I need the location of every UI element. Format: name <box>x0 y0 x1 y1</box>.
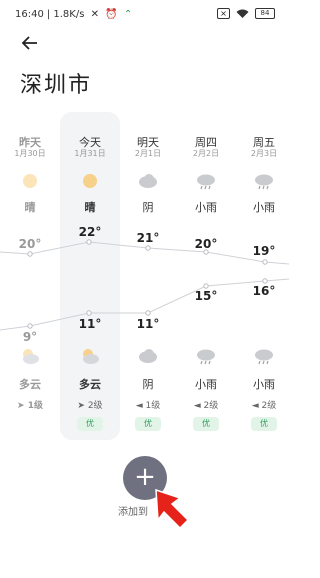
night-condition: 小雨 <box>253 378 275 391</box>
day-date: 2月2日 <box>192 149 220 158</box>
alarm-icon: ⏰ <box>105 9 118 20</box>
forecast-day-yesterday[interactable]: 昨天 1月30日 晴 20° 9° 多云 ➤ 1级 <box>0 112 60 442</box>
low-temp: 11° <box>136 317 160 331</box>
light-rain-icon <box>197 349 215 365</box>
sim-icon: × <box>217 8 230 19</box>
back-arrow-icon[interactable] <box>20 33 40 53</box>
light-rain-icon <box>197 174 215 190</box>
wind-arrow-icon: ➤ <box>17 401 28 411</box>
night-condition: 阴 <box>142 378 154 391</box>
day-condition: 小雨 <box>253 201 275 214</box>
day-condition: 晴 <box>24 201 36 214</box>
mute-icon: ✕ <box>90 9 100 20</box>
wind-value: 1级 <box>145 401 161 411</box>
high-temp: 20° <box>18 237 42 251</box>
night-condition: 多云 <box>79 378 101 391</box>
overcast-icon <box>139 174 157 188</box>
status-right: × 84 <box>217 8 275 19</box>
wind-arrow-icon: ◄ <box>193 401 204 411</box>
low-temp: 16° <box>252 284 276 298</box>
day-condition: 阴 <box>142 201 154 214</box>
forecast-day-today[interactable]: 今天 1月31日 晴 22° 11° 多云 ➤ 2级 优 <box>60 112 120 442</box>
wind-level: ➤ 1级 <box>0 398 60 411</box>
light-rain-icon <box>255 174 273 190</box>
high-temp: 22° <box>78 225 102 239</box>
notification-icon: ⌃ <box>123 9 133 20</box>
wind-value: 2级 <box>261 401 277 411</box>
sun-icon <box>83 174 97 188</box>
day-date: 1月30日 <box>14 149 46 158</box>
night-condition: 小雨 <box>195 378 217 391</box>
day-condition: 晴 <box>84 201 96 214</box>
forecast-day-thursday[interactable]: 周四 2月2日 小雨 20° 15° 小雨 ◄ 2级 优 <box>176 112 236 442</box>
status-bar: 16:40 | 1.8K/s ✕ ⏰ ⌃ × 84 <box>0 0 289 30</box>
wind-arrow-icon: ◄ <box>135 401 146 411</box>
low-temp: 11° <box>78 317 102 331</box>
night-condition: 多云 <box>19 378 41 391</box>
wind-level: ◄ 2级 <box>176 398 236 411</box>
forecast-day-tomorrow[interactable]: 明天 2月1日 阴 21° 11° 阴 ◄ 1级 优 <box>118 112 178 442</box>
overcast-icon <box>139 349 157 363</box>
status-speed: 1.8K/s <box>53 9 85 20</box>
wind-value: 2级 <box>87 401 103 411</box>
battery-icon: 84 <box>255 8 275 19</box>
day-date: 2月1日 <box>134 149 162 158</box>
city-title: 深圳市 <box>20 73 93 98</box>
wind-arrow-icon: ➤ <box>77 401 88 411</box>
status-left: 16:40 | 1.8K/s ✕ ⏰ ⌃ <box>15 9 133 20</box>
aqi-badge: 优 <box>193 417 219 431</box>
pointer-arrow-icon <box>155 488 190 530</box>
high-temp: 20° <box>194 237 218 251</box>
day-date: 2月3日 <box>250 149 278 158</box>
wind-value: 2级 <box>203 401 219 411</box>
wind-value: 1级 <box>27 401 43 411</box>
sun-icon <box>23 174 37 188</box>
status-time: 16:40 <box>15 9 44 20</box>
aqi-badge: 优 <box>135 417 161 431</box>
cloudy-icon <box>83 349 99 364</box>
high-temp: 21° <box>136 231 160 245</box>
day-condition: 小雨 <box>195 201 217 214</box>
low-temp: 15° <box>194 289 218 303</box>
cloudy-icon <box>23 349 39 364</box>
wind-level: ◄ 1级 <box>118 398 178 411</box>
high-temp: 19° <box>252 244 276 258</box>
aqi-badge: 优 <box>77 417 103 431</box>
forecast-day-friday[interactable]: 周五 2月3日 小雨 19° 16° 小雨 ◄ 2级 优 <box>234 112 294 442</box>
wind-level: ◄ 2级 <box>234 398 294 411</box>
low-temp: 9° <box>22 330 38 344</box>
add-to-home-label[interactable]: 添加到 <box>118 503 148 518</box>
wind-arrow-icon: ◄ <box>251 401 262 411</box>
day-date: 1月31日 <box>74 149 106 158</box>
wifi-icon <box>236 9 249 18</box>
wind-level: ➤ 2级 <box>60 398 120 411</box>
light-rain-icon <box>255 349 273 365</box>
aqi-badge: 优 <box>251 417 277 431</box>
